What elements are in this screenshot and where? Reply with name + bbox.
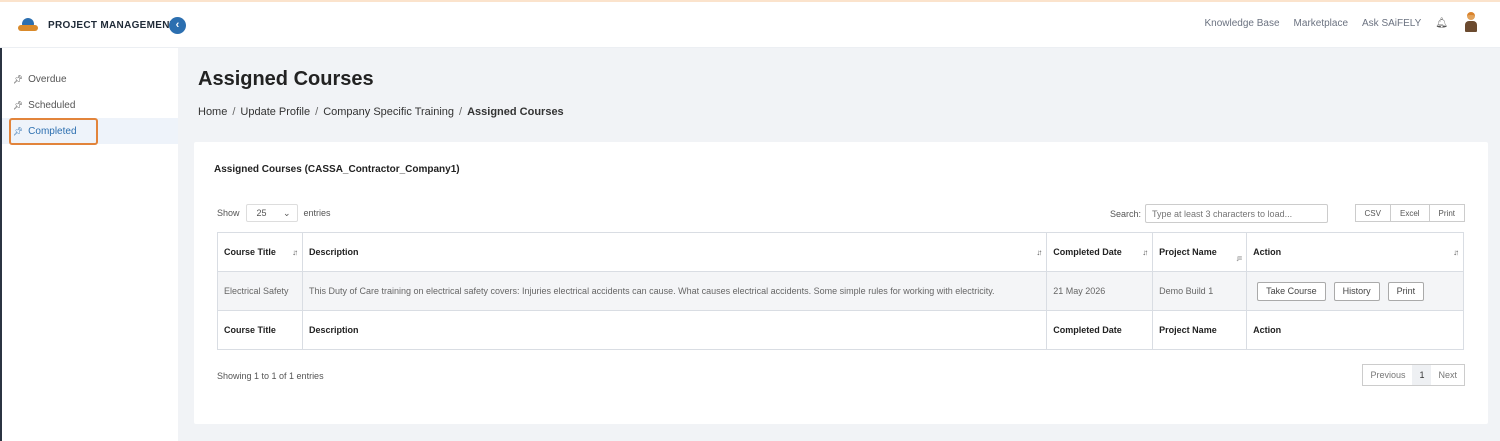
search-input[interactable] (1145, 204, 1328, 223)
cell-actions: Take Course History Print (1246, 271, 1464, 311)
nav-knowledge-base[interactable]: Knowledge Base (1204, 18, 1279, 29)
next-button[interactable]: Next (1431, 365, 1464, 385)
nav-marketplace[interactable]: Marketplace (1294, 18, 1348, 29)
breadcrumb-current: Assigned Courses (467, 106, 564, 118)
footer-action: Action (1246, 310, 1464, 350)
app-name: PROJECT MANAGEMENT (48, 19, 177, 31)
sidebar-item-label: Overdue (28, 73, 67, 85)
active-item-highlight (9, 118, 98, 145)
breadcrumb: Home / Update Profile / Company Specific Tra… (198, 106, 564, 118)
card-title: Assigned Courses (CASSA_Contractor_Compa… (214, 164, 460, 175)
nav-ask-saifely[interactable]: Ask SAiFELY (1362, 18, 1421, 29)
pin-icon: 📌︎ (13, 100, 24, 110)
csv-button[interactable]: CSV (1354, 204, 1391, 222)
search-control: Search: (1110, 204, 1328, 223)
top-bar: PROJECT MANAGEMENT ‹ Knowledge Base Mark… (0, 0, 1500, 48)
col-course-title[interactable]: Course Title ↓↑ (217, 232, 303, 272)
cell-description: This Duty of Care training on electrical… (301, 271, 1048, 311)
user-avatar[interactable] (1464, 12, 1478, 34)
breadcrumb-company-training[interactable]: Company Specific Training (323, 106, 454, 118)
excel-button[interactable]: Excel (1389, 204, 1430, 222)
brand[interactable]: PROJECT MANAGEMENT (18, 18, 176, 32)
courses-table: Course Title ↓↑ Description ↓↑ Completed D… (217, 232, 1464, 350)
entries-label: entries (303, 208, 331, 218)
search-label: Search: (1109, 208, 1141, 219)
sidebar-item-overdue[interactable]: 📌︎ Overdue (2, 66, 178, 92)
sidebar: 📌︎ Overdue 📌︎ Scheduled 📌︎ Completed (2, 48, 178, 441)
footer-project-name: Project Name (1152, 310, 1248, 350)
page-length-control: Show 25 ⌄ entries (217, 204, 331, 222)
courses-card: Assigned Courses (CASSA_Contractor_Compa… (194, 142, 1488, 424)
pin-icon: 📌︎ (13, 74, 24, 84)
footer-course-title: Course Title (217, 310, 303, 350)
sort-icon: ↓↑ (1142, 248, 1148, 257)
sort-icon: ↓↑ (1036, 248, 1042, 257)
cell-completed-date: 21 May 2026 (1046, 271, 1154, 311)
col-action[interactable]: Action ↓↑ (1246, 232, 1464, 272)
breadcrumb-update-profile[interactable]: Update Profile (240, 106, 310, 118)
breadcrumb-home[interactable]: Home (198, 106, 227, 118)
export-buttons: CSV Excel Print (1354, 204, 1465, 222)
table-info: Showing 1 to 1 of 1 entries (217, 371, 324, 381)
sidebar-item-label: Scheduled (28, 99, 76, 111)
print-button[interactable]: Print (1387, 281, 1425, 301)
sidebar-item-scheduled[interactable]: 📌︎ Scheduled (2, 92, 178, 118)
take-course-button[interactable]: Take Course (1257, 281, 1326, 301)
page-length-value: 25 (256, 208, 267, 218)
table-header-row: Course Title ↓↑ Description ↓↑ Completed D… (217, 232, 1464, 272)
print-export-button[interactable]: Print (1428, 204, 1465, 222)
table-footer-row: Course Title Description Completed Date … (217, 310, 1464, 350)
bell-icon[interactable]: 🔔︎ (1435, 18, 1448, 29)
cell-course-title: Electrical Safety (217, 271, 303, 311)
page-title: Assigned Courses (198, 68, 374, 90)
chevron-down-icon: ⌄ (282, 207, 291, 218)
col-completed-date[interactable]: Completed Date ↓↑ (1046, 232, 1154, 272)
collapse-sidebar-button[interactable]: ‹ (169, 17, 186, 34)
sort-icon: ↓↑ (1453, 248, 1459, 257)
top-nav: Knowledge Base Marketplace Ask SAiFELY 🔔… (1190, 12, 1478, 34)
col-project-name[interactable]: Project Name ↓= (1152, 232, 1248, 272)
page-length-select[interactable]: 25 ⌄ (245, 204, 298, 222)
previous-button[interactable]: Previous (1363, 365, 1412, 385)
history-button[interactable]: History (1333, 281, 1380, 301)
cell-project-name: Demo Build 1 (1152, 271, 1248, 311)
col-description[interactable]: Description ↓↑ (301, 232, 1048, 272)
show-label: Show (217, 208, 240, 218)
sort-icon: ↓↑ (291, 248, 298, 257)
footer-description: Description (301, 310, 1048, 350)
sort-desc-icon: ↓= (1235, 254, 1242, 263)
footer-completed-date: Completed Date (1046, 310, 1154, 350)
brand-logo-icon (18, 18, 38, 32)
top-accent-line (0, 0, 1500, 2)
table-row: Electrical Safety This Duty of Care trai… (217, 271, 1464, 311)
pagination: Previous 1 Next (1362, 364, 1465, 386)
page-1-button[interactable]: 1 (1412, 365, 1432, 385)
